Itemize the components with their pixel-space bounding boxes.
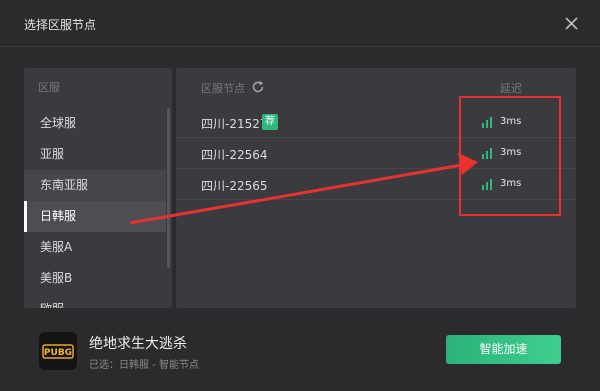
- node-row[interactable]: 四川-21527 荐 3ms: [176, 107, 576, 138]
- refresh-icon[interactable]: [251, 80, 265, 94]
- region-item-asia[interactable]: 亚服: [24, 139, 166, 170]
- title-bar: 选择区服节点: [0, 0, 600, 46]
- latency-value: 3ms: [500, 178, 522, 189]
- node-row[interactable]: 四川-22564 3ms: [176, 138, 576, 169]
- title-divider: [0, 46, 600, 47]
- region-item-label: 亚服: [40, 147, 65, 161]
- region-item-japan-korea[interactable]: 日韩服: [24, 201, 166, 232]
- node-list-header: 区服节点: [201, 82, 245, 95]
- region-item-label: 东南亚服: [40, 178, 89, 192]
- region-list-panel: 区服 全球服 亚服 东南亚服 日韩服 美服A 美服B 欧服: [24, 68, 172, 308]
- region-item-global[interactable]: 全球服: [24, 108, 166, 139]
- signal-icon: [482, 117, 492, 128]
- region-item-label: 美服B: [40, 271, 73, 285]
- node-list-panel: 区服节点 延迟 四川-21527 荐 3ms 四川-22564 3ms 四川-2…: [176, 68, 576, 308]
- region-list-scrollbar[interactable]: [167, 108, 170, 268]
- signal-icon: [482, 148, 492, 159]
- close-button[interactable]: [560, 12, 582, 34]
- region-list-header: 区服: [38, 81, 60, 94]
- region-item-label: 全球服: [40, 116, 77, 130]
- window-title: 选择区服节点: [24, 18, 97, 32]
- node-name: 四川-22565: [201, 179, 268, 193]
- close-icon: [565, 17, 578, 30]
- region-item-us-b[interactable]: 美服B: [24, 263, 166, 294]
- signal-icon: [482, 179, 492, 190]
- region-item-us-a[interactable]: 美服A: [24, 232, 166, 263]
- latency-value: 3ms: [500, 116, 522, 127]
- latency-value: 3ms: [500, 147, 522, 158]
- smart-accelerate-button[interactable]: 智能加速: [446, 335, 561, 364]
- game-title: 绝地求生大逃杀: [89, 336, 187, 352]
- node-name: 四川-22564: [201, 148, 268, 162]
- region-item-label: 美服A: [40, 240, 73, 254]
- game-icon: PUBG: [39, 332, 77, 370]
- region-item-label: 欧服: [40, 302, 64, 308]
- recommended-badge: 荐: [262, 114, 278, 130]
- region-item-southeast-asia[interactable]: 东南亚服: [24, 170, 166, 201]
- game-icon-text: PUBG: [44, 348, 72, 358]
- region-item-eu[interactable]: 欧服: [24, 294, 166, 308]
- latency-header: 延迟: [500, 82, 522, 95]
- region-item-label: 日韩服: [40, 209, 77, 223]
- pubg-logo-icon: PUBG: [39, 332, 77, 370]
- node-name: 四川-21527: [201, 117, 268, 131]
- selection-summary: 已选：日韩服 - 智能节点: [89, 360, 199, 371]
- node-row[interactable]: 四川-22565 3ms: [176, 169, 576, 200]
